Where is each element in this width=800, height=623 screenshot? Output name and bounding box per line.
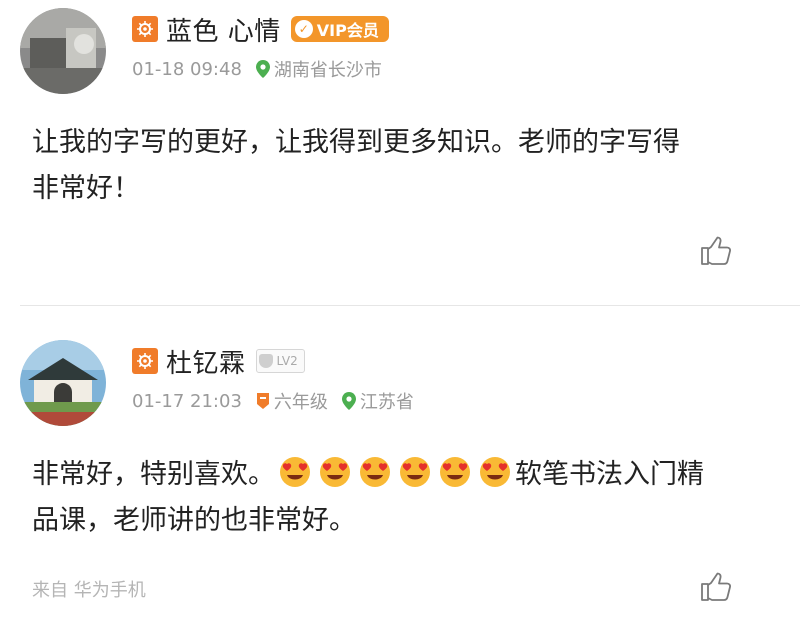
comment-text-line: 让我的字写的更好，让我得到更多知识。老师的字写得: [32, 127, 680, 158]
level-shield-icon: [258, 354, 273, 368]
heart-eyes-emoji-icon: [360, 457, 390, 487]
comment-time: 01-18 09:48: [132, 58, 242, 80]
comment-text-part: 软笔书法入门精: [515, 459, 704, 490]
user-badge-icon: [132, 16, 158, 42]
vip-badge: ✓ VIP会员: [290, 16, 389, 42]
comment-item: 蓝色 心情 ✓ VIP会员 01-18 09:48 湖南省长沙市 让我的字写的更…: [0, 0, 800, 305]
comment-text-line: 品课，老师讲的也非常好。: [32, 505, 356, 536]
comment-time: 01-17 21:03: [132, 390, 242, 412]
location-text: 江苏省: [359, 392, 414, 413]
grade-icon: [256, 392, 270, 410]
username[interactable]: 杜钇霖: [166, 343, 246, 380]
comment-divider: [20, 305, 800, 306]
comment-text-line: 非常好！: [32, 173, 140, 204]
avatar[interactable]: [20, 8, 106, 94]
source-device: 来自 华为手机: [32, 580, 146, 601]
heart-eyes-emoji-icon: [280, 457, 310, 487]
heart-eyes-emoji-icon: [440, 457, 470, 487]
comment-item: 杜钇霖 LV2 01-17 21:03 六年级 江苏省 非常好，特别喜欢。 软笔…: [0, 332, 800, 623]
level-badge: LV2: [255, 349, 305, 373]
emoji-row: [275, 457, 515, 490]
level-label: LV2: [276, 354, 298, 368]
comment-text: 让我的字写的更好，让我得到更多知识。老师的字写得 非常好！: [32, 120, 772, 212]
avatar[interactable]: [20, 340, 106, 426]
grade-text: 六年级: [273, 392, 328, 413]
location-pin-icon: [255, 60, 270, 78]
comment-text-line: 非常好，特别喜欢。 软笔书法入门精: [32, 452, 772, 498]
like-icon[interactable]: [698, 570, 732, 604]
like-icon[interactable]: [698, 234, 732, 268]
heart-eyes-emoji-icon: [400, 457, 430, 487]
vip-icon: ✓: [294, 20, 313, 38]
comment-text-part: 非常好，特别喜欢。: [32, 459, 275, 490]
comment-text: 非常好，特别喜欢。 软笔书法入门精 品课，老师讲的也非常好。: [32, 452, 772, 544]
vip-label: VIP会员: [316, 21, 379, 40]
heart-eyes-emoji-icon: [480, 457, 510, 487]
location-text: 湖南省长沙市: [273, 60, 382, 81]
user-badge-icon: [132, 348, 158, 374]
heart-eyes-emoji-icon: [320, 457, 350, 487]
location-pin-icon: [341, 392, 356, 410]
username[interactable]: 蓝色 心情: [166, 11, 281, 48]
